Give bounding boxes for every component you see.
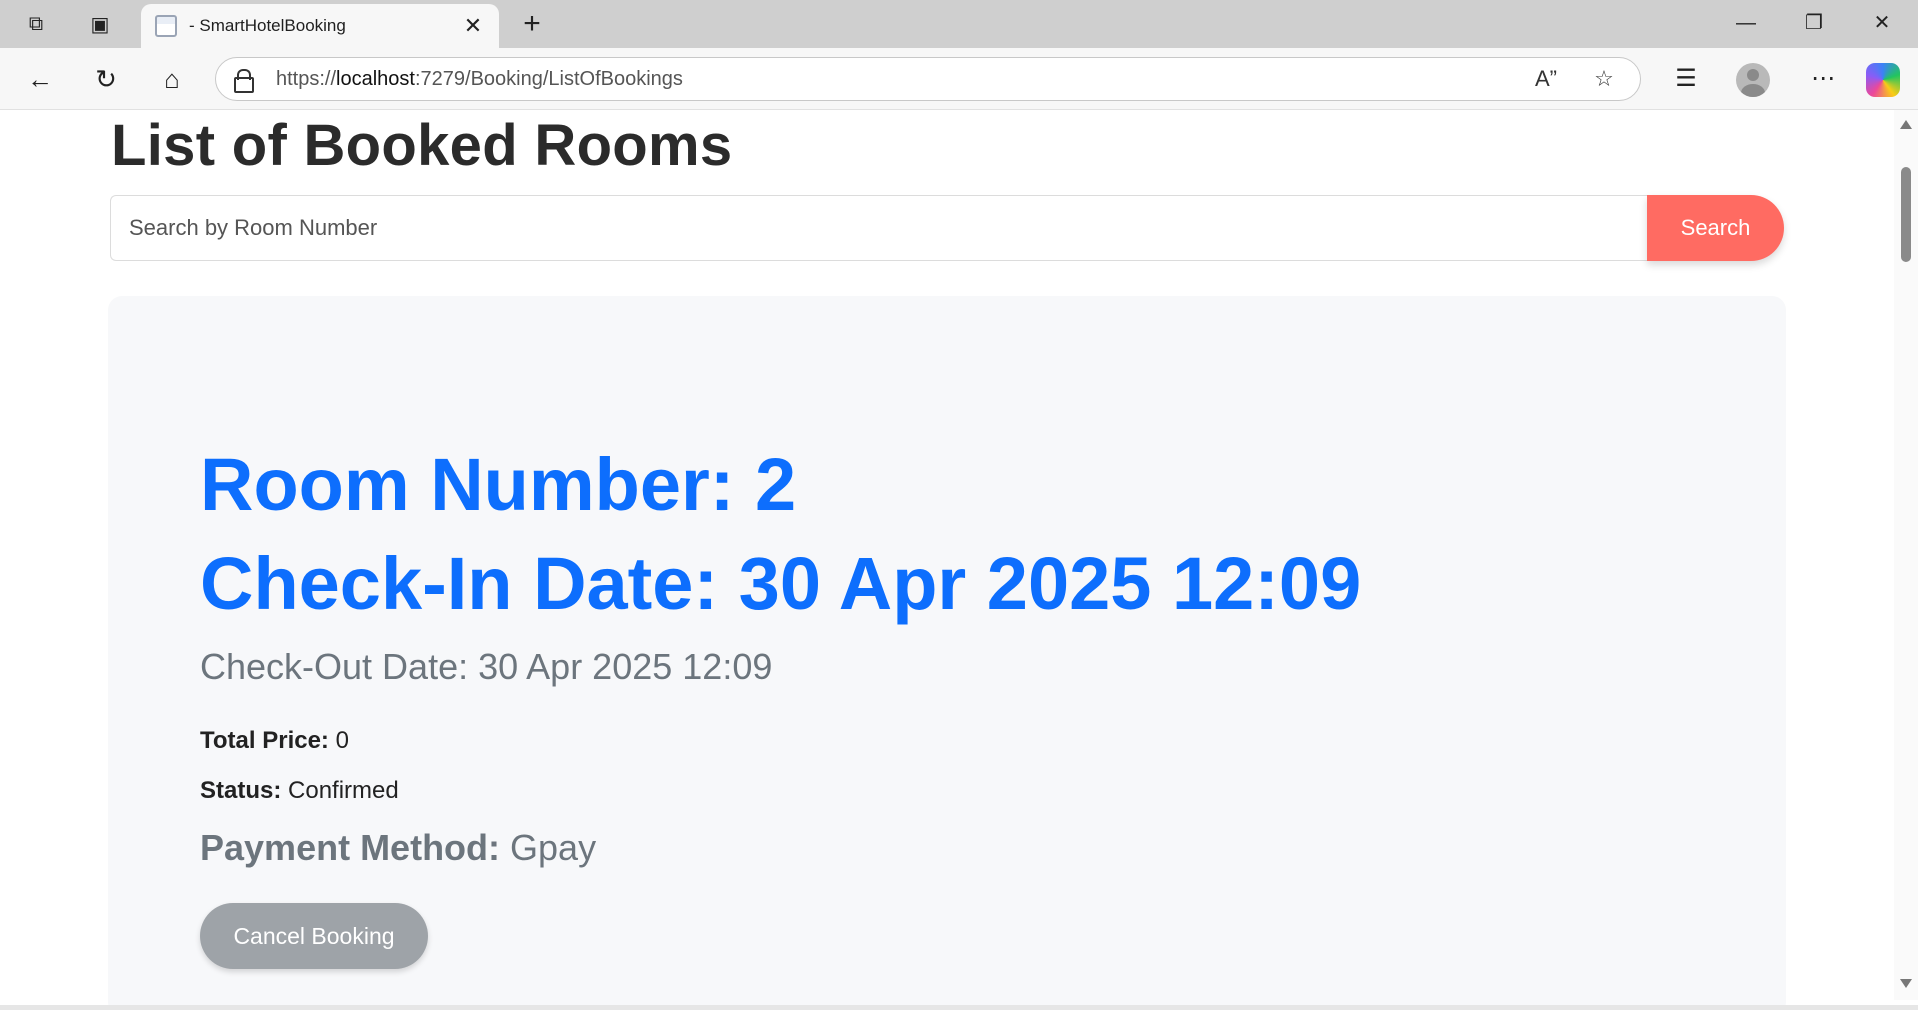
payment-value: Gpay (500, 827, 597, 868)
total-price-value: 0 (328, 727, 349, 754)
room-number: Room Number: 2 (200, 443, 797, 526)
page-favicon-icon (155, 15, 177, 37)
refresh-icon[interactable]: ↻ (86, 61, 126, 97)
check-out-date: Check-Out Date: 30 Apr 2025 12:09 (200, 646, 773, 687)
lock-icon[interactable] (232, 68, 254, 93)
address-bar[interactable]: https://localhost:7279/Booking/ListOfBoo… (215, 57, 1641, 101)
booking-status: Status: Confirmed (200, 777, 399, 805)
payment-label: Payment Method: (200, 827, 501, 868)
window-bottom-edge (0, 1005, 1918, 1010)
tab-actions-icon[interactable]: ▣ (82, 8, 118, 40)
scroll-up-arrow-icon[interactable] (1900, 120, 1912, 129)
status-label: Status: (200, 777, 282, 804)
favorites-icon[interactable]: ☰ (1666, 61, 1706, 97)
restore-icon[interactable]: ❐ (1784, 8, 1844, 38)
status-value: Confirmed (281, 777, 399, 804)
copilot-icon[interactable] (1866, 63, 1900, 97)
plus-icon[interactable]: + (512, 6, 552, 42)
total-price: Total Price: 0 (200, 727, 349, 755)
window-close-icon[interactable]: ✕ (1852, 8, 1912, 38)
toolbar: ← ↻ ⌂ https://localhost:7279/Booking/Lis… (0, 48, 1918, 110)
payment-method: Payment Method: Gpay (200, 827, 596, 869)
tab-strip: ⧉ ▣ - SmartHotelBooking ✕ + — ❐ ✕ (0, 0, 1918, 48)
read-aloud-icon[interactable]: A” (1526, 66, 1566, 92)
browser-tab[interactable]: - SmartHotelBooking ✕ (141, 4, 499, 48)
minimize-icon[interactable]: — (1716, 8, 1776, 38)
avatar[interactable] (1736, 63, 1770, 97)
total-price-label: Total Price: (200, 727, 329, 754)
url-text[interactable]: https://localhost:7279/Booking/ListOfBoo… (276, 68, 1526, 91)
close-icon[interactable]: ✕ (459, 13, 487, 39)
search-button[interactable]: Search (1647, 195, 1784, 261)
scrollbar-thumb[interactable] (1901, 167, 1911, 262)
workspaces-icon[interactable]: ⧉ (18, 8, 54, 40)
check-in-date: Check-In Date: 30 Apr 2025 12:09 (200, 542, 1362, 625)
cancel-booking-button[interactable]: Cancel Booking (200, 903, 428, 969)
search-bar: Search (110, 195, 1784, 261)
tab-title: - SmartHotelBooking (189, 16, 346, 35)
page-title: List of Booked Rooms (111, 113, 733, 178)
search-input[interactable] (110, 195, 1670, 261)
star-icon[interactable]: ☆ (1584, 66, 1624, 92)
back-arrow-icon[interactable]: ← (20, 61, 60, 97)
home-icon[interactable]: ⌂ (152, 61, 192, 97)
scroll-down-arrow-icon[interactable] (1900, 979, 1912, 988)
more-icon[interactable]: ⋯ (1803, 61, 1843, 97)
